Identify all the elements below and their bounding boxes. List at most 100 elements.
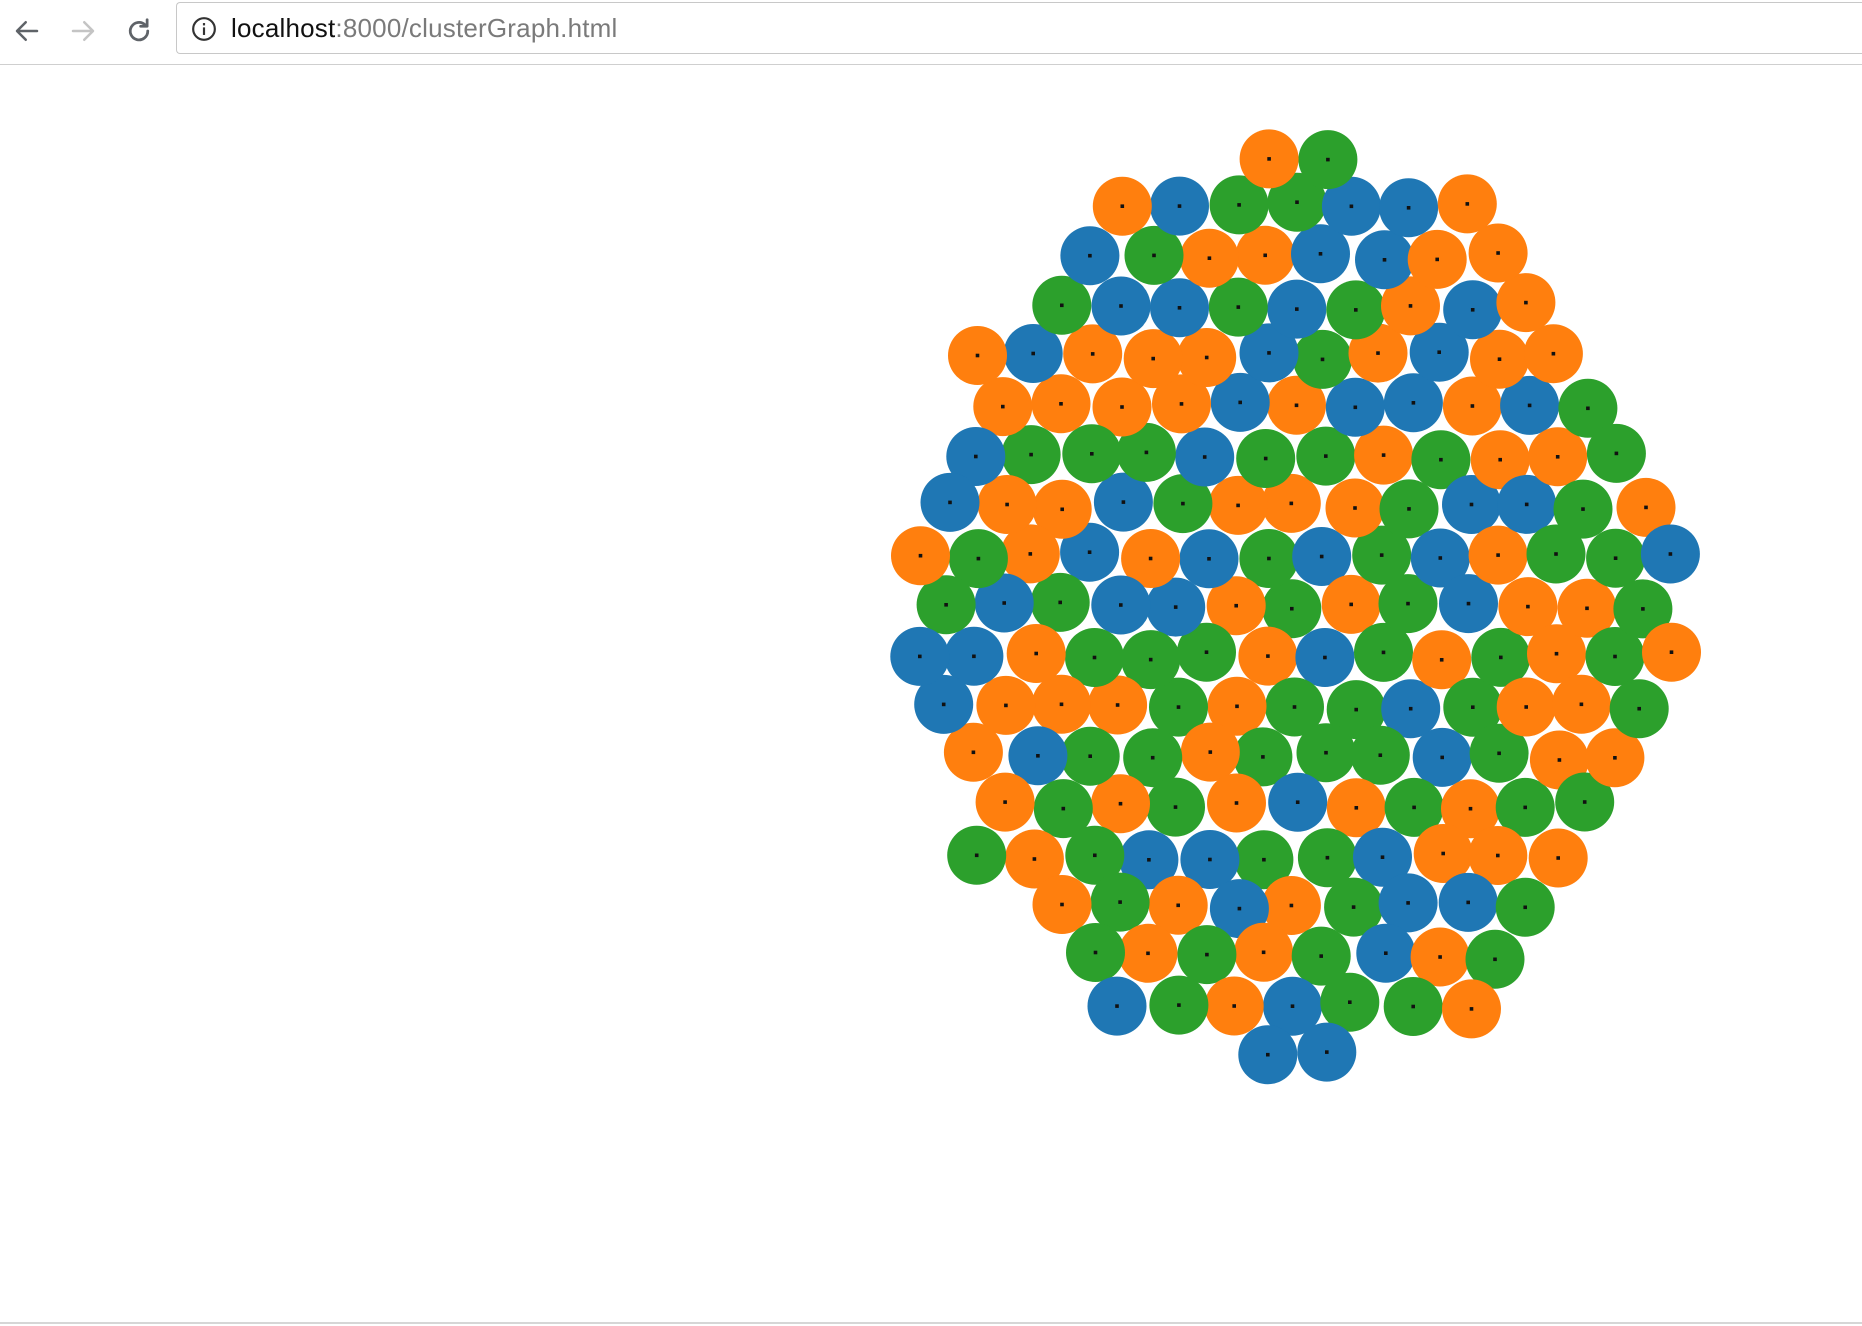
graph-node[interactable] [1177,328,1237,387]
graph-node[interactable] [1032,674,1091,734]
graph-node[interactable] [1379,178,1439,238]
graph-node[interactable] [1179,529,1239,589]
graph-node[interactable] [1150,278,1209,338]
node-center-dot [1261,950,1266,955]
graph-node[interactable] [1267,279,1327,339]
graph-node[interactable] [1378,873,1438,933]
graph-node[interactable] [1149,975,1209,1035]
graph-node[interactable] [948,326,1007,385]
graph-node[interactable] [1118,923,1178,983]
graph-node[interactable] [1296,426,1356,486]
graph-node[interactable] [1090,872,1150,932]
graph-node[interactable] [1234,922,1294,982]
graph-node[interactable] [1239,129,1299,189]
graph-node[interactable] [1326,280,1386,340]
graph-node[interactable] [1177,925,1237,985]
graph-node[interactable] [920,472,980,532]
graph-node[interactable] [1180,722,1240,782]
graph-node[interactable] [1295,628,1355,687]
url-text[interactable]: localhost:8000/clusterGraph.html [231,12,618,44]
graph-node[interactable] [1410,927,1470,987]
graph-node[interactable] [1496,273,1556,333]
graph-node[interactable] [1528,828,1588,888]
graph-node[interactable] [1150,176,1209,236]
graph-node[interactable] [1586,423,1646,483]
node-center-dot [1406,601,1410,606]
graph-node[interactable] [1442,979,1501,1039]
node-center-dot [1353,506,1357,510]
graph-node[interactable] [975,772,1035,832]
graph-node[interactable] [1438,872,1498,932]
graph-node[interactable] [1235,225,1295,285]
graph-node[interactable] [1325,377,1385,437]
info-icon[interactable] [191,16,217,42]
graph-node[interactable] [1553,479,1613,539]
graph-node[interactable] [890,626,950,686]
graph-node[interactable] [1407,229,1467,289]
graph-node[interactable] [1092,176,1152,236]
graph-node[interactable] [973,377,1033,437]
graph-node[interactable] [1350,725,1410,785]
graph-node[interactable] [1066,923,1125,982]
graph-node[interactable] [1204,976,1264,1036]
graph-node[interactable] [1443,280,1503,340]
graph-node[interactable] [1298,130,1358,190]
graph-node[interactable] [1175,427,1235,487]
graph-node[interactable] [1523,324,1583,384]
graph-node[interactable] [1609,679,1669,739]
node-center-dot [1237,906,1242,911]
graph-node[interactable] [1551,674,1611,734]
address-bar[interactable]: localhost:8000/clusterGraph.html [176,2,1862,54]
graph-node[interactable] [1123,329,1183,389]
graph-node[interactable] [1356,923,1416,983]
node-center-dot [1031,351,1035,356]
graph-node[interactable] [1146,777,1205,837]
graph-node[interactable] [1179,228,1239,288]
back-button[interactable] [4,8,50,54]
node-center-dot [1295,200,1299,204]
reload-button[interactable] [116,8,162,54]
node-center-dot [1119,304,1123,308]
graph-node[interactable] [1379,479,1439,539]
graph-node[interactable] [1238,1025,1298,1085]
graph-node[interactable] [1325,478,1385,538]
graph-node[interactable] [1293,329,1352,389]
graph-node[interactable] [1091,276,1151,336]
graph-node[interactable] [1031,374,1091,434]
node-center-dot [1087,550,1092,554]
graph-node[interactable] [1383,977,1443,1036]
graph-node[interactable] [1640,524,1700,584]
graph-node[interactable] [1006,624,1066,683]
graph-node[interactable] [1355,230,1414,290]
graph-node[interactable] [1468,223,1528,283]
node-center-dot [1202,455,1207,459]
graph-node[interactable] [1383,373,1443,433]
graph-node[interactable] [1412,727,1472,787]
graph-node[interactable] [1032,875,1092,934]
graph-node[interactable] [1297,1022,1357,1082]
graph-node[interactable] [1238,626,1298,686]
graph-node[interactable] [1437,174,1497,234]
node-center-dot [974,454,978,459]
node-center-dot [1319,554,1324,559]
graph-node[interactable] [1060,226,1120,286]
graph-node[interactable] [1236,429,1296,488]
graph-node[interactable] [1087,976,1147,1036]
forward-button[interactable] [60,8,106,54]
graph-node[interactable] [1296,723,1356,783]
graph-node[interactable] [1321,574,1381,634]
graph-node[interactable] [1586,528,1646,588]
graph-node[interactable] [1062,424,1122,484]
graph-node[interactable] [1642,622,1701,682]
graph-node[interactable] [1207,773,1266,833]
graph-node[interactable] [1032,275,1092,335]
graph-node[interactable] [1268,772,1328,832]
graph-node[interactable] [947,825,1007,885]
graph-node[interactable] [891,526,950,586]
graph-node[interactable] [1495,877,1555,937]
graph-node[interactable] [1468,525,1528,585]
graph-node[interactable] [1060,726,1120,786]
node-center-dot [1060,902,1064,907]
graph-node[interactable] [1496,677,1556,737]
graph-node[interactable] [1091,575,1151,635]
